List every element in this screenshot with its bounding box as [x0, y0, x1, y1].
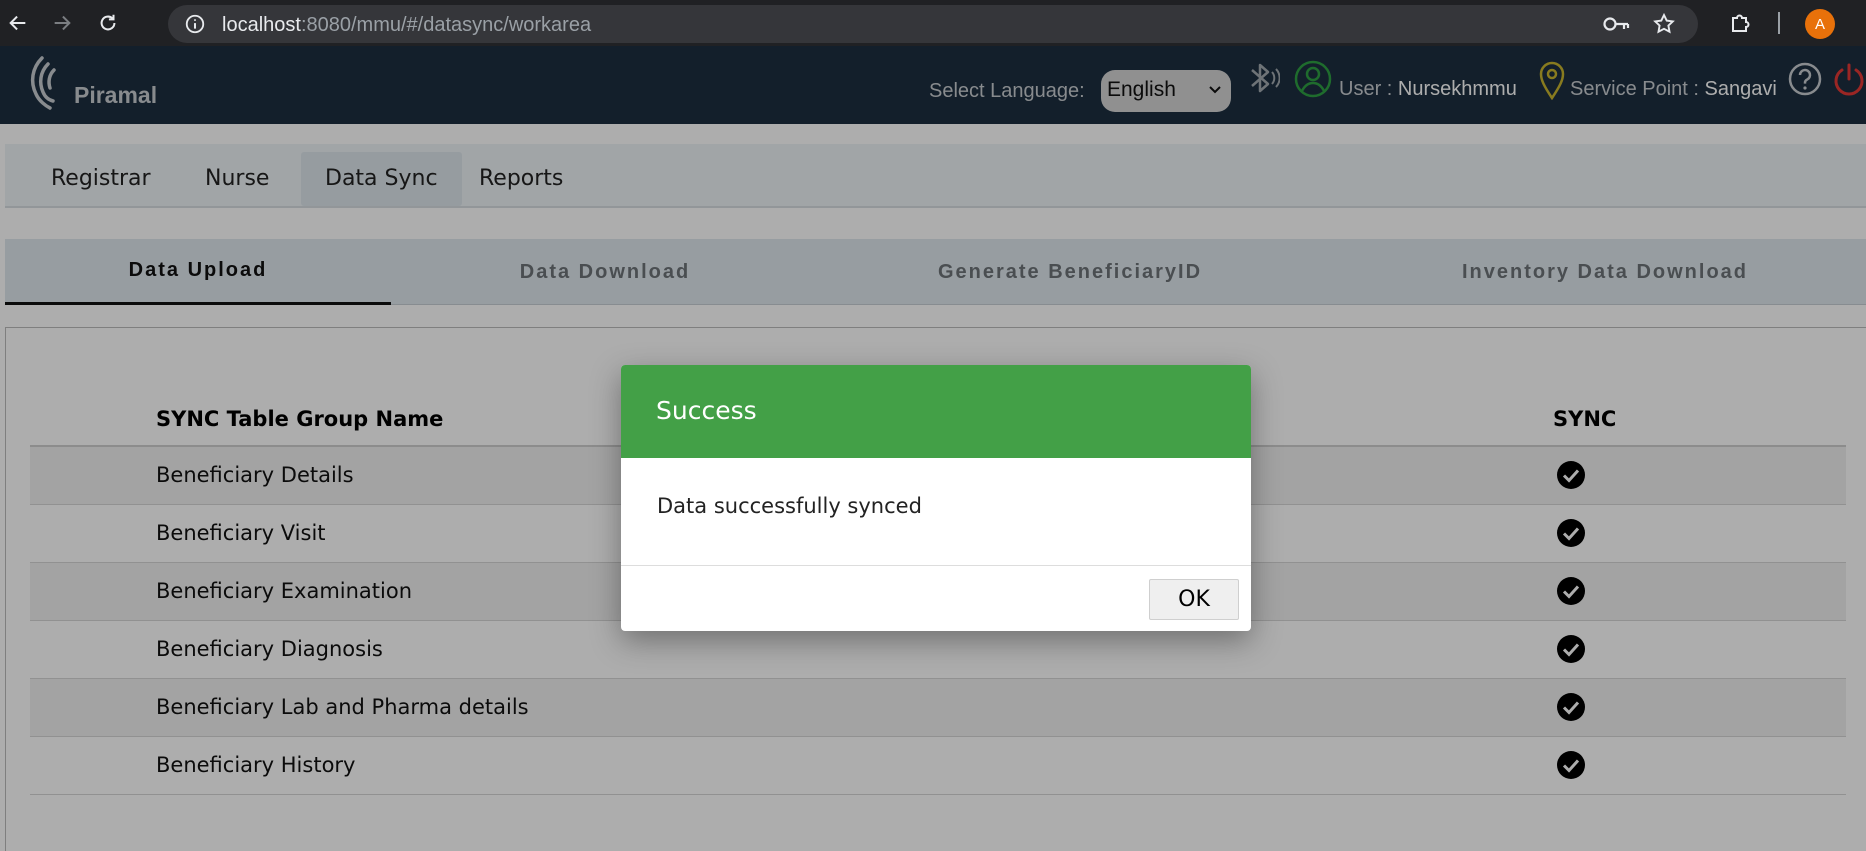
dialog-header: Success	[621, 365, 1251, 458]
reload-icon[interactable]	[96, 11, 120, 35]
dialog-message: Data successfully synced	[657, 494, 922, 518]
profile-avatar[interactable]: A	[1805, 9, 1835, 39]
url-host: localhost	[222, 14, 301, 36]
password-key-icon[interactable]	[1602, 13, 1630, 39]
dialog-title: Success	[656, 396, 757, 425]
forward-arrow-icon[interactable]	[50, 11, 74, 35]
avatar-letter: A	[1814, 15, 1825, 33]
browser-toolbar: localhost:8080/mmu/#/datasync/workarea A	[0, 0, 1866, 46]
site-info-icon[interactable]	[184, 13, 206, 39]
toolbar-divider	[1778, 12, 1780, 34]
back-arrow-icon[interactable]	[6, 11, 30, 35]
url-path: :8080/mmu/#/datasync/workarea	[300, 14, 592, 36]
address-bar[interactable]: localhost:8080/mmu/#/datasync/workarea	[168, 5, 1698, 43]
success-dialog: Success Data successfully synced OK	[621, 365, 1251, 631]
dialog-body: Data successfully synced	[621, 458, 1251, 566]
extensions-puzzle-icon[interactable]	[1728, 11, 1752, 35]
bookmark-star-icon[interactable]	[1652, 12, 1676, 40]
url-text: localhost:8080/mmu/#/datasync/workarea	[222, 14, 591, 37]
ok-button[interactable]: OK	[1149, 579, 1239, 620]
